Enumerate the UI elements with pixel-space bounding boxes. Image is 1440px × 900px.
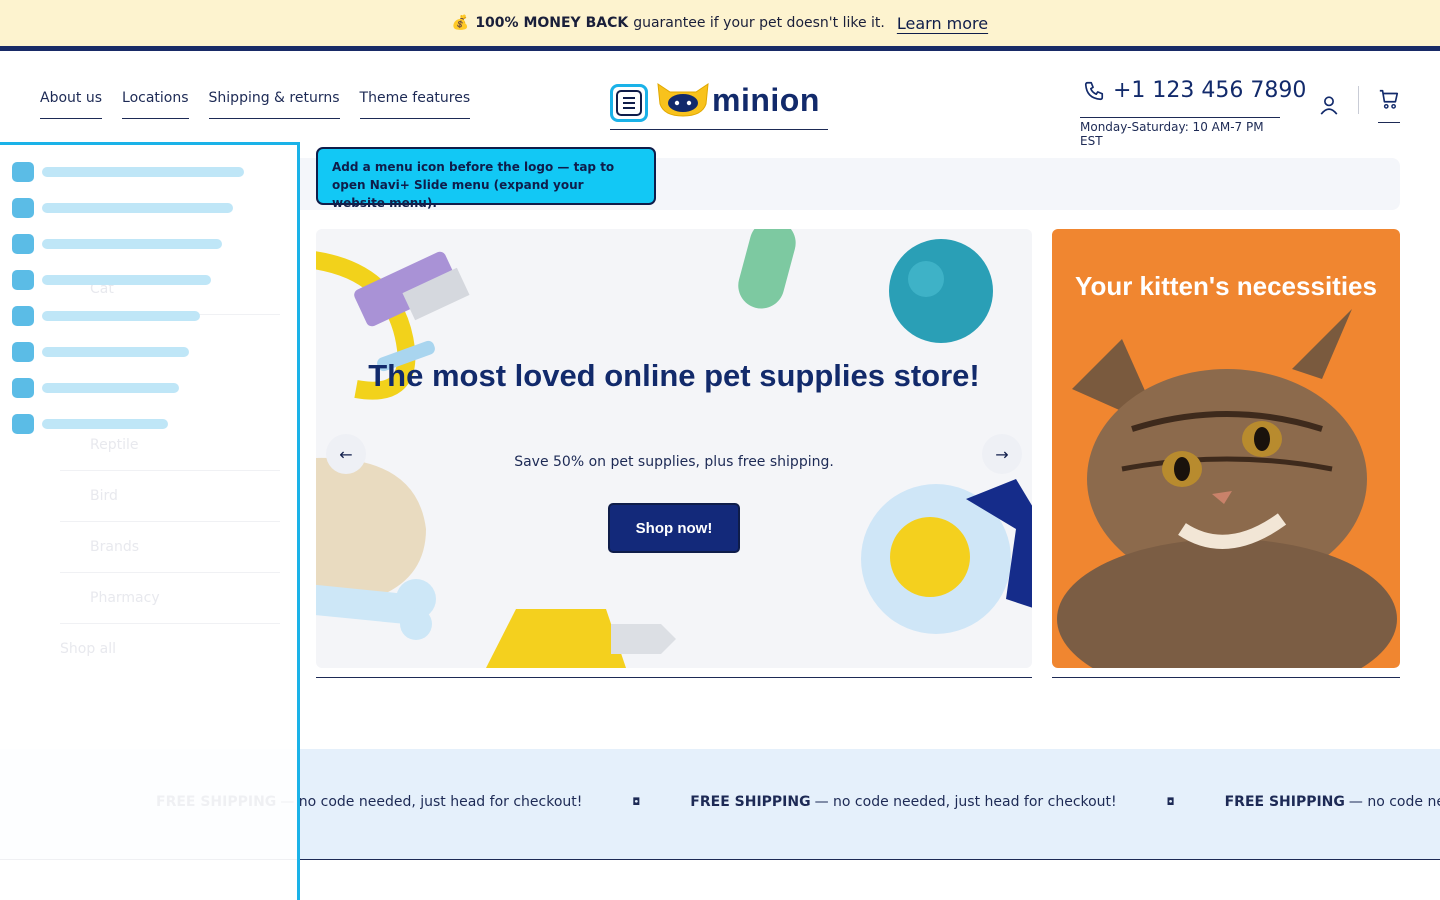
menu-icon-tooltip: Add a menu icon before the logo — tap to…: [316, 147, 656, 210]
money-bag-icon: 💰: [451, 15, 470, 31]
skeleton-row: [12, 162, 244, 182]
sidebar-ghost-item: Brands: [60, 523, 280, 573]
sidebar-ghost-item: Bird: [60, 472, 280, 522]
account-icon[interactable]: [1318, 94, 1340, 120]
hero-subtitle: Save 50% on pet supplies, plus free ship…: [514, 454, 834, 470]
skeleton-row: [12, 342, 189, 362]
header-divider: [1358, 86, 1359, 114]
paw-icon: ◘: [1166, 796, 1175, 808]
cart-icon[interactable]: [1378, 88, 1400, 123]
logo-mascot-icon: [657, 82, 709, 117]
promo-underline: [1052, 677, 1400, 678]
paw-icon: ◘: [632, 796, 641, 808]
nav-shipping-returns[interactable]: Shipping & returns: [208, 90, 340, 119]
store-hours: Monday-Saturday: 10 AM-7 PM EST: [1080, 117, 1280, 148]
slide-menu-panel: Cat Reptile Bird Brands Pharmacy Shop al…: [0, 142, 300, 900]
sidebar-ghost-link: Shop all: [60, 641, 117, 657]
kitten-promo-card[interactable]: Your kitten's necessities: [1052, 229, 1400, 668]
nav-about-us[interactable]: About us: [40, 90, 103, 119]
marquee-item: FREE SHIPPING— no code needed, just head…: [1224, 794, 1440, 810]
phone-contact[interactable]: +1 123 456 7890: [1083, 78, 1306, 103]
skeleton-row: [12, 234, 222, 254]
announcement-divider: [0, 46, 1440, 51]
logo-area: minion: [610, 80, 828, 130]
skeleton-row: [12, 198, 233, 218]
hamburger-menu-button[interactable]: [610, 84, 648, 122]
hero-product-illustrations: [316, 229, 1032, 668]
nav-locations[interactable]: Locations: [122, 90, 189, 119]
skeleton-row: [12, 378, 179, 398]
skeleton-row: [12, 306, 200, 326]
nav-theme-features[interactable]: Theme features: [359, 90, 471, 119]
announcement-bold: 100% MONEY BACK: [475, 15, 629, 31]
hero-title: The most loved online pet supplies store…: [368, 358, 980, 393]
hero-underline: [316, 677, 1032, 678]
logo-text[interactable]: minion: [712, 82, 820, 119]
phone-icon: [1084, 81, 1104, 100]
shop-now-button[interactable]: Shop now!: [608, 503, 740, 553]
header-nav: About us Locations Shipping & returns Th…: [40, 90, 471, 119]
hamburger-icon: [616, 90, 642, 116]
marquee-item: FREE SHIPPING— no code needed, just head…: [690, 794, 1175, 810]
announcement-text: guarantee if your pet doesn't like it.: [633, 15, 885, 31]
sidebar-ghost-item: Pharmacy: [60, 574, 280, 624]
phone-number: +1 123 456 7890: [1113, 78, 1307, 103]
skeleton-row: [12, 414, 168, 434]
sidebar-ghost-item: Cat: [60, 265, 280, 315]
learn-more-link[interactable]: Learn more: [897, 14, 988, 33]
announcement-bar: 💰 100% MONEY BACK guarantee if your pet …: [0, 0, 1440, 46]
skeleton-row: [12, 270, 211, 290]
hero-slider: ← → The most loved online pet supplies s…: [316, 229, 1032, 668]
promo-title: Your kitten's necessities: [1075, 271, 1377, 301]
